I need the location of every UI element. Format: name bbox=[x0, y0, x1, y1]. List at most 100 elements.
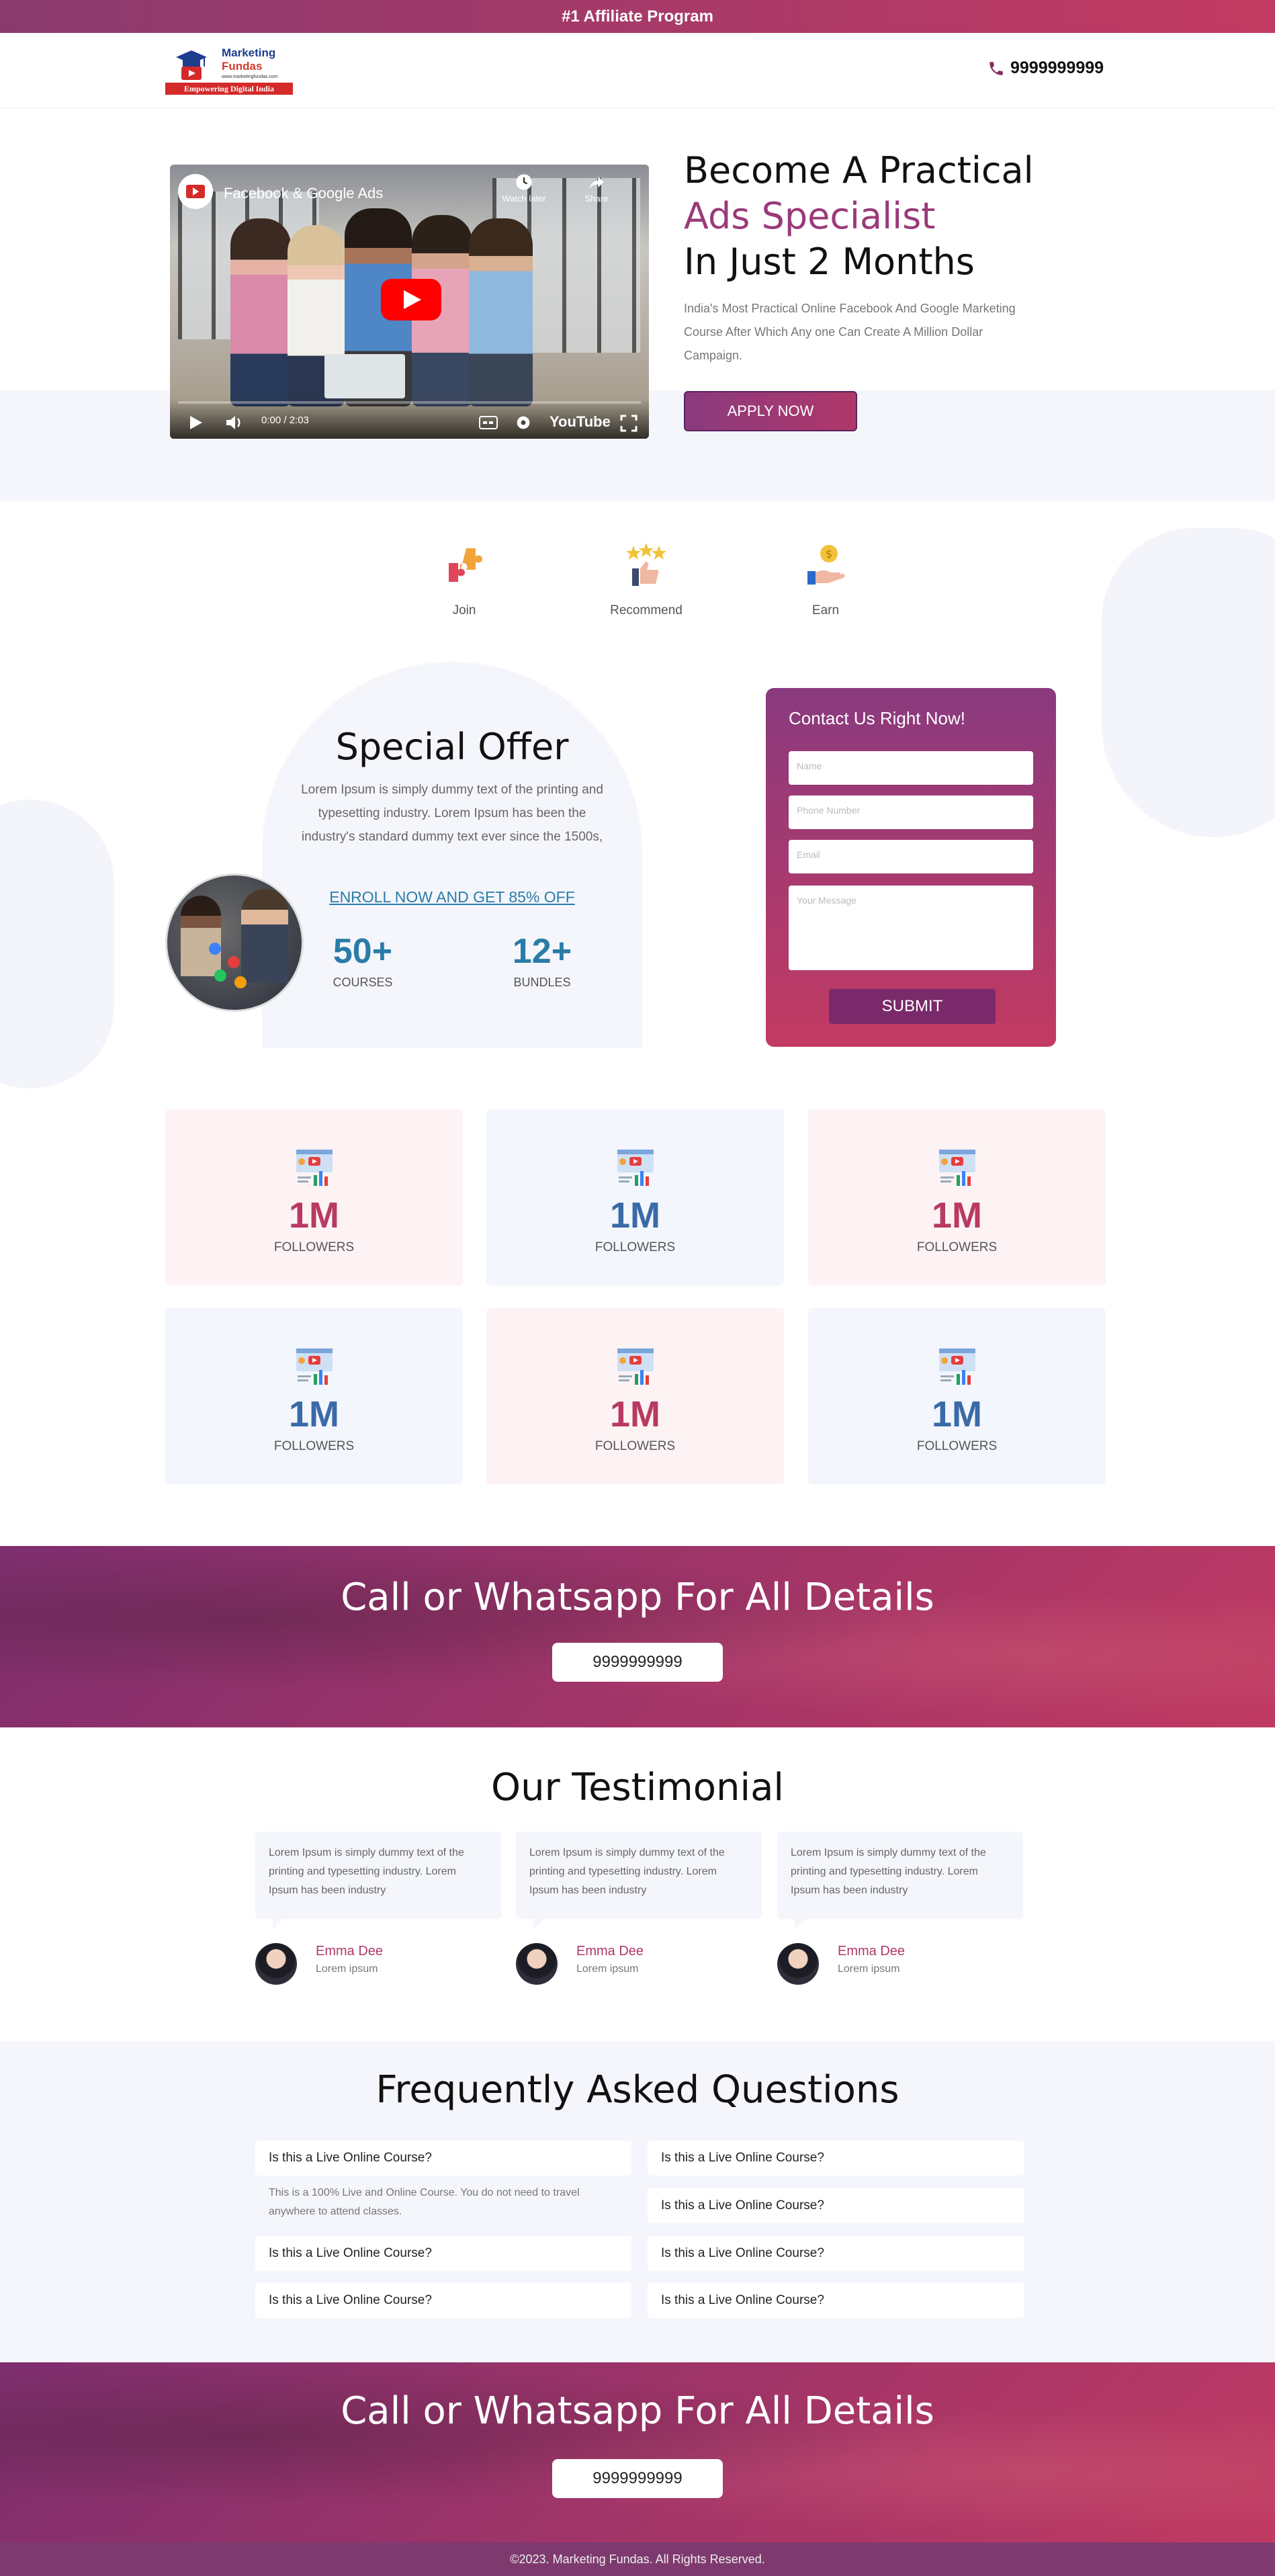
followers-card: 1M FOLLOWERS bbox=[165, 1308, 463, 1484]
followers-count: 1M bbox=[931, 1195, 982, 1236]
avatar bbox=[255, 1943, 297, 1985]
testimonial-role: Lorem ipsum bbox=[838, 1963, 900, 1975]
phone-icon bbox=[990, 61, 1003, 75]
background-blob-left bbox=[0, 800, 114, 1088]
header-phone-number: 9999999999 bbox=[1010, 58, 1104, 77]
site-header: Marketing Fundas www.marketingfundas.com… bbox=[0, 33, 1275, 108]
cta-phone-button[interactable]: 9999999999 bbox=[552, 2459, 723, 2498]
site-footer: ©2023. Marketing Fundas. All Rights Rese… bbox=[0, 2542, 1275, 2576]
testimonial-title: Our Testimonial bbox=[491, 1766, 784, 1809]
video-progress-bar[interactable] bbox=[178, 401, 641, 404]
hero-subtitle: India's Most Practical Online Facebook A… bbox=[684, 302, 1016, 362]
play-control-icon[interactable] bbox=[189, 415, 204, 431]
name-input[interactable]: Name bbox=[789, 751, 1033, 785]
faq-question[interactable]: Is this a Live Online Course? bbox=[255, 2283, 631, 2318]
followers-label: FOLLOWERS bbox=[916, 1439, 998, 1453]
submit-button[interactable]: SUBMIT bbox=[829, 989, 996, 1024]
youtube-video-player[interactable]: Facebook & Google Ads Watch later Share … bbox=[170, 165, 649, 439]
stat-bundles: 12+ BUNDLES bbox=[468, 931, 616, 990]
message-textarea[interactable]: Your Message bbox=[789, 886, 1033, 970]
apply-now-button[interactable]: APPLY NOW bbox=[684, 391, 857, 431]
email-input[interactable]: Email bbox=[789, 840, 1033, 873]
avatar bbox=[777, 1943, 819, 1985]
testimonial-name: Emma Dee bbox=[838, 1944, 906, 1959]
stat-label: COURSES bbox=[333, 976, 393, 989]
video-analytics-icon bbox=[938, 1150, 975, 1186]
faq-question[interactable]: Is this a Live Online Course? bbox=[255, 2236, 631, 2271]
faq-title: Frequently Asked Questions bbox=[376, 2068, 899, 2112]
followers-label: FOLLOWERS bbox=[916, 1240, 998, 1254]
enroll-now-link[interactable]: ENROLL NOW AND GET 85% OFF bbox=[262, 888, 642, 906]
svg-text:$: $ bbox=[826, 548, 832, 560]
video-analytics-icon bbox=[296, 1150, 333, 1186]
logo-tagline: Empowering Digital India bbox=[165, 83, 293, 95]
offer-photo bbox=[165, 873, 304, 1012]
followers-card: 1M FOLLOWERS bbox=[486, 1109, 784, 1285]
avatar bbox=[516, 1943, 558, 1985]
followers-count: 1M bbox=[288, 1195, 339, 1236]
faq-question[interactable]: Is this a Live Online Course? bbox=[648, 2188, 1024, 2223]
stat-value: 50+ bbox=[333, 932, 393, 971]
cta-phone-button[interactable]: 9999999999 bbox=[552, 1643, 723, 1682]
followers-label: FOLLOWERS bbox=[273, 1439, 355, 1453]
header-phone[interactable]: 9999999999 bbox=[987, 58, 1104, 78]
faq-question[interactable]: Is this a Live Online Course? bbox=[648, 2141, 1024, 2176]
testimonial-quote: Lorem Ipsum is simply dummy text of the … bbox=[516, 1832, 762, 1930]
special-offer-arch bbox=[262, 662, 642, 1048]
followers-label: FOLLOWERS bbox=[273, 1240, 355, 1254]
testimonial-quote: Lorem Ipsum is simply dummy text of the … bbox=[255, 1832, 501, 1930]
settings-gear-icon[interactable] bbox=[514, 413, 533, 432]
faq-question[interactable]: Is this a Live Online Course? bbox=[255, 2141, 631, 2176]
fullscreen-icon[interactable] bbox=[620, 415, 638, 432]
hero-title-line3: In Just 2 Months bbox=[684, 241, 975, 283]
step-label: Earn bbox=[811, 603, 840, 617]
copyright-text: ©2023. Marketing Fundas. All Rights Rese… bbox=[510, 2552, 765, 2566]
faq-question[interactable]: Is this a Live Online Course? bbox=[648, 2236, 1024, 2271]
testimonial-name: Emma Dee bbox=[576, 1944, 644, 1959]
followers-label: FOLLOWERS bbox=[595, 1240, 676, 1254]
contact-form-title: Contact Us Right Now! bbox=[789, 708, 965, 728]
hero-title: Become A Practical Ads Specialist In Jus… bbox=[684, 148, 1034, 285]
step-label: Recommend bbox=[610, 603, 683, 617]
video-analytics-icon bbox=[617, 1150, 654, 1186]
video-analytics-icon bbox=[296, 1348, 333, 1385]
testimonial-quote: Lorem Ipsum is simply dummy text of the … bbox=[777, 1832, 1023, 1930]
affiliate-topbar: #1 Affiliate Program bbox=[0, 0, 1275, 33]
step-label: Join bbox=[452, 603, 476, 617]
channel-logo-icon bbox=[178, 174, 213, 209]
testimonial-role: Lorem ipsum bbox=[576, 1963, 639, 1975]
logo-url: www.marketingfundas.com bbox=[222, 75, 278, 79]
step-earn: $ Earn bbox=[772, 542, 879, 618]
share-button[interactable]: Share bbox=[580, 173, 613, 204]
captions-icon[interactable] bbox=[479, 416, 498, 429]
volume-icon[interactable] bbox=[225, 414, 244, 431]
graduation-cap-icon bbox=[176, 50, 207, 80]
video-time: 0:00 / 2:03 bbox=[261, 415, 309, 426]
play-button-icon[interactable] bbox=[381, 279, 441, 320]
clock-icon bbox=[516, 174, 532, 190]
site-logo[interactable]: Marketing Fundas www.marketingfundas.com… bbox=[165, 42, 293, 97]
testimonial-name: Emma Dee bbox=[316, 1944, 384, 1959]
puzzle-icon bbox=[449, 548, 482, 582]
cta-title: Call or Whatsapp For All Details bbox=[341, 2389, 934, 2433]
stat-value: 12+ bbox=[512, 932, 572, 971]
video-title: Facebook & Google Ads bbox=[224, 185, 384, 202]
hero-title-line2: Ads Specialist bbox=[684, 195, 936, 237]
youtube-brand[interactable]: YouTube bbox=[549, 413, 611, 431]
followers-count: 1M bbox=[931, 1394, 982, 1434]
special-offer-title: Special Offer bbox=[335, 726, 569, 768]
stat-courses: 50+ COURSES bbox=[289, 931, 437, 990]
watch-later-button[interactable]: Watch later bbox=[500, 173, 547, 204]
call-whatsapp-banner-bottom: Call or Whatsapp For All Details 9999999… bbox=[0, 2362, 1275, 2544]
background-blob-right bbox=[1102, 528, 1275, 837]
video-analytics-icon bbox=[617, 1348, 654, 1385]
phone-number-input[interactable]: Phone Number bbox=[789, 796, 1033, 829]
contact-form: Contact Us Right Now! Name Phone Number … bbox=[766, 688, 1056, 1047]
hero-title-line1: Become A Practical bbox=[684, 149, 1034, 191]
faq-question[interactable]: Is this a Live Online Course? bbox=[648, 2283, 1024, 2318]
topbar-text: #1 Affiliate Program bbox=[562, 7, 713, 26]
thumbs-up-stars-icon bbox=[626, 543, 666, 586]
cta-title: Call or Whatsapp For All Details bbox=[341, 1576, 934, 1619]
followers-count: 1M bbox=[609, 1195, 660, 1236]
followers-card: 1M FOLLOWERS bbox=[486, 1308, 784, 1484]
